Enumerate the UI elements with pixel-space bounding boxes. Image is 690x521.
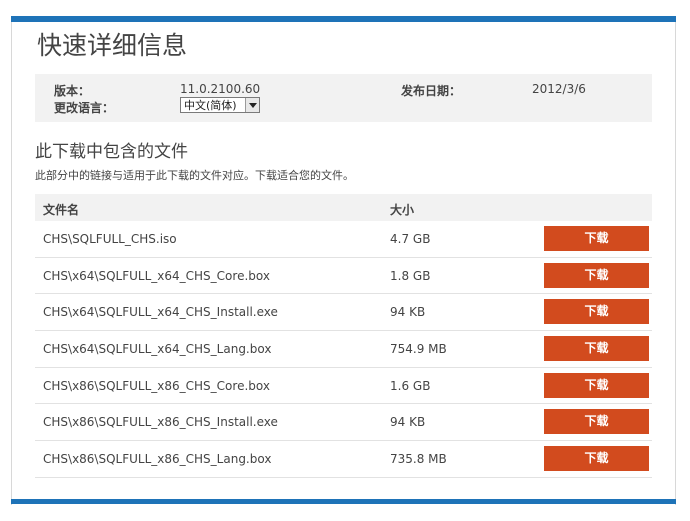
download-button[interactable]: 下载 xyxy=(544,372,649,398)
file-name: CHS\SQLFULL_CHS.iso xyxy=(43,232,177,246)
table-row: CHS\x86\SQLFULL_x86_CHS_Install.exe 94 K… xyxy=(35,404,652,442)
file-size: 94 KB xyxy=(390,305,426,320)
date-published-value: 2012/3/6 xyxy=(532,82,586,96)
column-header-filename: 文件名 xyxy=(43,203,80,217)
files-table-body: CHS\SQLFULL_CHS.iso 4.7 GB 下载 CHS\x64\SQ… xyxy=(35,221,652,478)
table-row: CHS\x64\SQLFULL_x64_CHS_Install.exe 94 K… xyxy=(35,294,652,332)
download-button[interactable]: 下载 xyxy=(544,226,649,251)
file-size: 1.8 GB xyxy=(390,268,431,283)
file-size: 4.7 GB xyxy=(390,232,431,246)
chevron-down-icon[interactable] xyxy=(245,98,259,112)
download-button[interactable]: 下载 xyxy=(544,336,649,362)
table-row: CHS\SQLFULL_CHS.iso 4.7 GB 下载 xyxy=(35,221,652,258)
file-name: CHS\x64\SQLFULL_x64_CHS_Core.box xyxy=(43,268,270,283)
table-row: CHS\x64\SQLFULL_x64_CHS_Lang.box 754.9 M… xyxy=(35,331,652,368)
file-name: CHS\x64\SQLFULL_x64_CHS_Lang.box xyxy=(43,342,272,357)
download-button[interactable]: 下载 xyxy=(544,262,649,288)
version-value: 11.0.2100.60 xyxy=(180,82,261,96)
files-section-title: 此下载中包含的文件 xyxy=(35,142,188,162)
language-select-value: 中文(简体) xyxy=(184,99,237,112)
language-select[interactable]: 中文(简体) xyxy=(180,97,260,113)
files-section-description: 此部分中的链接与适用于此下载的文件对应。下载适合您的文件。 xyxy=(35,169,354,182)
file-size: 1.6 GB xyxy=(390,378,431,393)
file-size: 735.8 MB xyxy=(390,452,447,467)
file-name: CHS\x86\SQLFULL_x86_CHS_Lang.box xyxy=(43,452,272,467)
file-size: 754.9 MB xyxy=(390,342,447,357)
file-name: CHS\x86\SQLFULL_x86_CHS_Install.exe xyxy=(43,415,278,430)
quick-details-box: 版本： 11.0.2100.60 发布日期： 2012/3/6 更改语言： 中文… xyxy=(35,74,652,122)
top-accent-bar xyxy=(11,16,676,22)
date-published-label: 发布日期： xyxy=(401,84,462,98)
files-table-header: 文件名 大小 xyxy=(35,194,652,221)
change-language-label: 更改语言： xyxy=(54,101,115,115)
file-name: CHS\x64\SQLFULL_x64_CHS_Install.exe xyxy=(43,305,278,320)
table-row: CHS\x86\SQLFULL_x86_CHS_Core.box 1.6 GB … xyxy=(35,368,652,405)
download-button[interactable]: 下载 xyxy=(544,299,649,325)
download-button[interactable]: 下载 xyxy=(544,409,649,435)
download-button[interactable]: 下载 xyxy=(544,446,649,472)
file-name: CHS\x86\SQLFULL_x86_CHS_Core.box xyxy=(43,378,270,393)
table-row: CHS\x86\SQLFULL_x86_CHS_Lang.box 735.8 M… xyxy=(35,441,652,478)
file-size: 94 KB xyxy=(390,415,426,430)
version-label: 版本： xyxy=(54,84,91,98)
page-title: 快速详细信息 xyxy=(37,31,188,60)
table-row: CHS\x64\SQLFULL_x64_CHS_Core.box 1.8 GB … xyxy=(35,258,652,295)
column-header-size: 大小 xyxy=(390,203,415,217)
bottom-accent-bar xyxy=(11,499,676,504)
